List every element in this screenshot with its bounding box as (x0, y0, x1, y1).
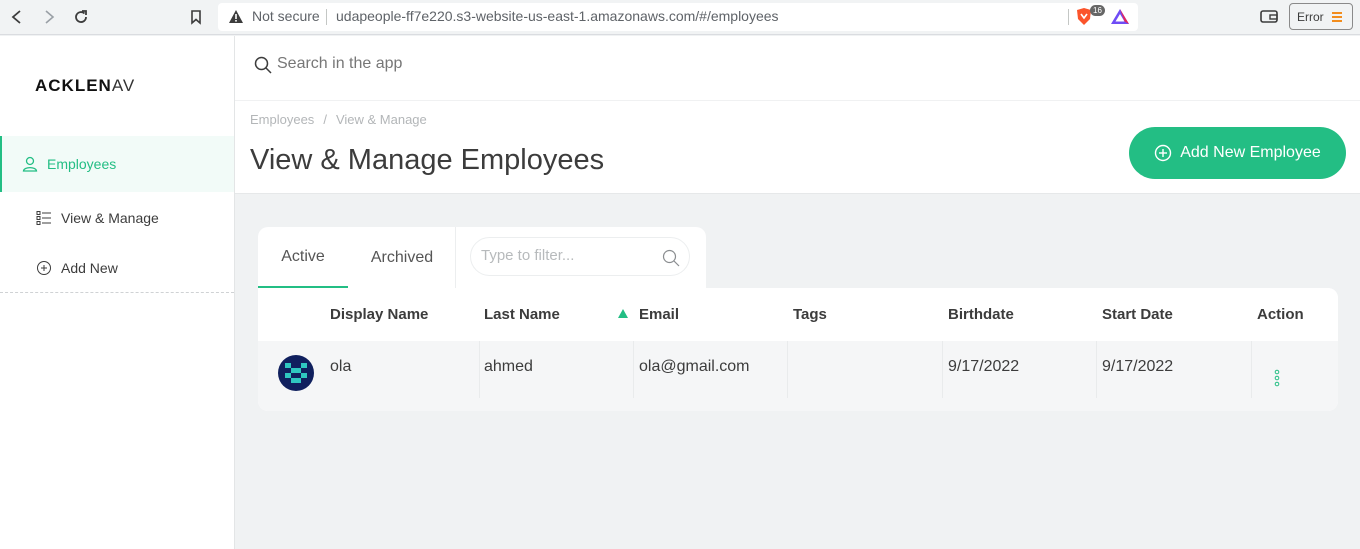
cell-divider (942, 341, 943, 398)
search-icon (254, 56, 272, 74)
forward-icon[interactable] (37, 5, 61, 29)
column-header-tags[interactable]: Tags (793, 306, 827, 323)
column-header-start-date[interactable]: Start Date (1102, 306, 1173, 323)
back-icon[interactable] (5, 5, 29, 29)
sidebar-divider (0, 292, 234, 293)
url-divider (326, 9, 327, 25)
sidebar: ACKLENAV Employees View & Manage Add New (0, 36, 235, 549)
cell-birthdate: 9/17/2022 (948, 358, 1020, 375)
reload-icon[interactable] (69, 5, 93, 29)
sort-ascending-icon[interactable] (618, 309, 628, 318)
user-icon (22, 156, 38, 172)
plus-circle-icon (37, 261, 51, 275)
address-bar[interactable]: Not secure udapeople-ff7e220.s3-website-… (218, 3, 1138, 31)
logo[interactable]: ACKLENAV (35, 76, 135, 96)
cell-divider (1251, 341, 1252, 398)
breadcrumb-view-manage[interactable]: View & Manage (336, 112, 427, 127)
employees-table: Display Name Last Name Email Tags Birthd… (258, 288, 1338, 411)
tab-archived[interactable]: Archived (358, 227, 446, 288)
cell-divider (479, 341, 480, 398)
error-label: Error (1297, 9, 1324, 24)
sidebar-item-label: Add New (61, 260, 118, 276)
breadcrumb-employees[interactable]: Employees (250, 112, 314, 127)
not-secure-label: Not secure (252, 8, 320, 24)
sidebar-item-add-new[interactable]: Add New (0, 256, 234, 280)
avatar (278, 355, 314, 391)
url-divider-2 (1068, 9, 1069, 25)
tabs-bar: Active Archived (258, 227, 706, 289)
brave-rewards-icon[interactable] (1110, 8, 1130, 25)
more-actions-icon[interactable] (1273, 369, 1281, 387)
tab-divider (455, 227, 456, 288)
add-new-employee-button[interactable]: Add New Employee (1129, 127, 1346, 179)
tab-active[interactable]: Active (258, 227, 348, 288)
cell-last-name: ahmed (484, 358, 533, 375)
cell-divider (1096, 341, 1097, 398)
url-text[interactable]: udapeople-ff7e220.s3-website-us-east-1.a… (336, 8, 779, 24)
cell-divider (633, 341, 634, 398)
sidebar-item-label: View & Manage (61, 210, 159, 226)
plus-circle-icon (1155, 144, 1172, 162)
cell-start-date: 9/17/2022 (1102, 358, 1174, 375)
top-search-bar: Search in the app (235, 36, 1360, 100)
wallet-icon[interactable] (1260, 9, 1278, 24)
warning-icon (229, 10, 243, 23)
sidebar-item-view-manage[interactable]: View & Manage (0, 206, 234, 230)
logo-text: ACKLEN (35, 76, 112, 95)
browser-toolbar: Not secure udapeople-ff7e220.s3-website-… (0, 0, 1360, 35)
sidebar-item-label: Employees (47, 156, 117, 172)
shield-count-badge: 16 (1090, 5, 1105, 16)
breadcrumb-separator: / (323, 112, 327, 127)
column-header-display-name[interactable]: Display Name (330, 306, 428, 323)
column-header-birthdate[interactable]: Birthdate (948, 306, 1014, 323)
list-icon (36, 211, 51, 225)
page-header: Employees / View & Manage View & Manage Em… (235, 100, 1360, 194)
error-button[interactable]: Error (1289, 3, 1353, 30)
page-title: View & Manage Employees (250, 144, 605, 176)
table-row[interactable]: ola ahmed ola@gmail.com 9/17/2022 9/17/2… (258, 341, 1338, 411)
search-input[interactable]: Search in the app (277, 55, 402, 73)
filter-input[interactable] (481, 247, 651, 264)
add-new-employee-label: Add New Employee (1180, 144, 1321, 161)
column-header-email[interactable]: Email (639, 306, 679, 323)
logo-text-rest: AV (111, 76, 135, 95)
cell-display-name: ola (330, 358, 352, 375)
sidebar-item-employees[interactable]: Employees (0, 136, 234, 192)
cell-email: ola@gmail.com (639, 358, 750, 375)
column-header-last-name[interactable]: Last Name (484, 306, 560, 323)
column-header-action: Action (1257, 306, 1304, 323)
filter-field[interactable] (470, 237, 690, 276)
search-icon[interactable] (662, 249, 680, 267)
bookmark-icon[interactable] (184, 5, 208, 29)
breadcrumb: Employees / View & Manage (250, 112, 427, 127)
cell-divider (787, 341, 788, 398)
menu-icon (1332, 12, 1342, 22)
table-header: Display Name Last Name Email Tags Birthd… (258, 288, 1338, 341)
